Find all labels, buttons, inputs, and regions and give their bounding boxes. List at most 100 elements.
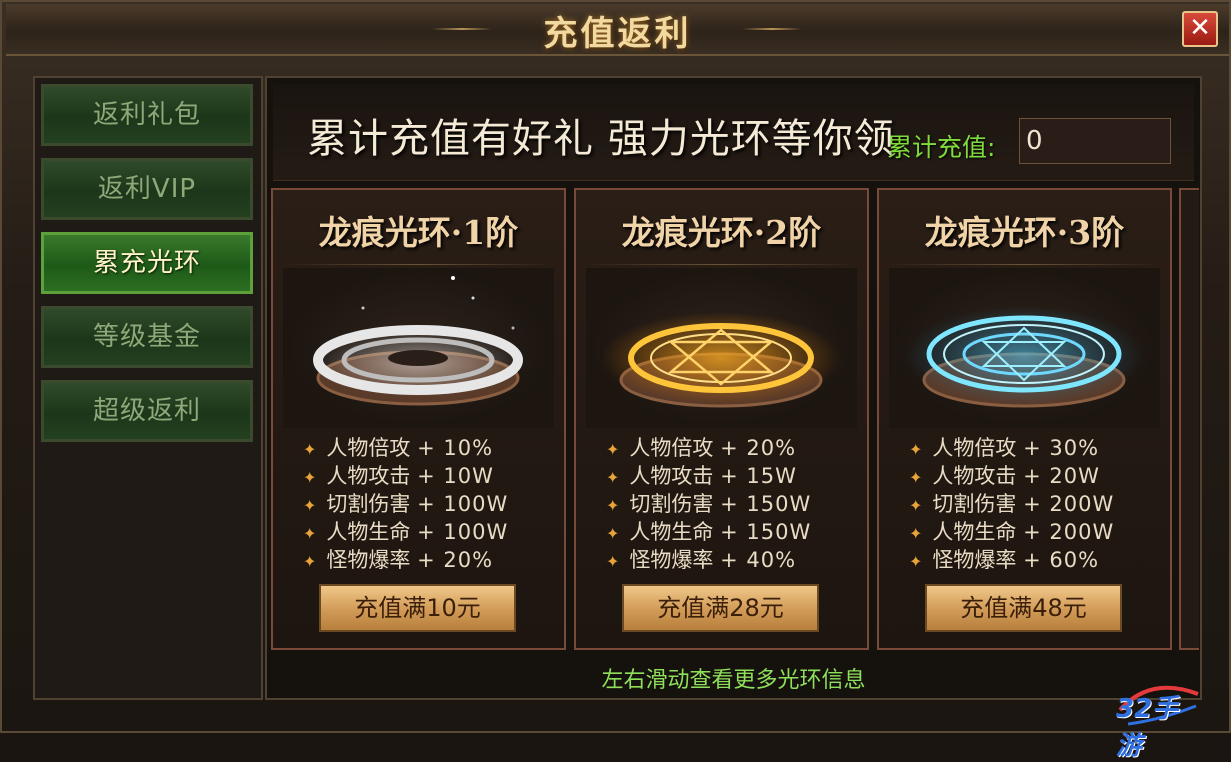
cumulative-label: 累计充值:: [887, 133, 996, 162]
stat-value: + 20%: [417, 548, 494, 572]
stat-value: + 150W: [720, 492, 812, 516]
aura-card-3: 龙痕光环·3阶 ✦ 人物倍攻 + 30% ✦ 人物攻击 + 20W ✦ 切割伤害…: [877, 188, 1172, 650]
stat-name: 怪物爆率: [326, 548, 411, 572]
stat-name: 人物攻击: [326, 464, 411, 488]
stat-name: 人物倍攻: [629, 436, 714, 460]
recharge-10-button[interactable]: 充值满10元: [319, 584, 516, 632]
sidebar: 返利礼包 返利VIP 累充光环 等级基金 超级返利: [33, 76, 263, 700]
star-icon: ✦: [303, 440, 317, 459]
stat-name: 怪物爆率: [932, 548, 1017, 572]
sidebar-item-label: 等级基金: [92, 322, 201, 352]
window-frame: 充值返利 ✕ 返利礼包 返利VIP 累充光环 等级基金 超级返利 累计充值有好礼…: [0, 0, 1231, 761]
sidebar-item-label: 返利VIP: [97, 174, 197, 204]
aura-card-1: 龙痕光环·1阶 ✦ 人物倍攻 + 10% ✦ 人物攻击 + 10W ✦ 切割伤害…: [271, 188, 566, 650]
stat-row: ✦ 怪物爆率 + 20%: [303, 546, 553, 574]
stat-row: ✦ 人物倍攻 + 30%: [909, 434, 1159, 462]
scroll-hint: 左右滑动查看更多光环信息: [601, 668, 866, 693]
stat-name: 人物生命: [326, 520, 411, 544]
star-icon: ✦: [303, 468, 317, 487]
aura-image: [283, 268, 554, 428]
banner-text: 累计充值有好礼 强力光环等你领: [307, 116, 895, 162]
star-icon: ✦: [303, 496, 317, 515]
recharge-28-button[interactable]: 充值满28元: [622, 584, 819, 632]
sidebar-item-cumulative-aura[interactable]: 累充光环: [41, 232, 253, 294]
sidebar-item-super-rebate[interactable]: 超级返利: [41, 380, 253, 442]
stat-name: 怪物爆率: [629, 548, 714, 572]
aura-ring-icon: [601, 312, 841, 408]
main-panel: 累计充值有好礼 强力光环等你领 累计充值: 0 龙痕光环·1阶 ✦ 人物倍攻 +…: [265, 76, 1202, 700]
stat-name: 人物生命: [932, 520, 1017, 544]
stat-row: ✦ 人物生命 + 150W: [606, 518, 856, 546]
sidebar-item-label: 返利礼包: [92, 100, 201, 130]
sidebar-item-rebate-gift[interactable]: 返利礼包: [41, 84, 253, 146]
recharge-48-button[interactable]: 充值满48元: [925, 584, 1122, 632]
stat-name: 人物倍攻: [932, 436, 1017, 460]
cumulative-value-field: 0: [1019, 118, 1171, 164]
star-icon: ✦: [606, 440, 620, 459]
stat-value: + 100W: [417, 520, 509, 544]
stat-row: ✦ 怪物爆率 + 60%: [909, 546, 1159, 574]
stat-value: + 20%: [720, 436, 797, 460]
star-icon: ✦: [606, 468, 620, 487]
star-icon: ✦: [606, 552, 620, 571]
stat-name: 人物生命: [629, 520, 714, 544]
watermark-logo: 32手游: [1110, 680, 1202, 761]
close-icon: ✕: [1189, 13, 1211, 43]
stat-row: ✦ 人物攻击 + 20W: [909, 462, 1159, 490]
card-title: 龙痕光环·3阶: [924, 213, 1125, 252]
stat-name: 人物倍攻: [326, 436, 411, 460]
star-icon: ✦: [303, 524, 317, 543]
stat-row: ✦ 切割伤害 + 200W: [909, 490, 1159, 518]
star-icon: ✦: [909, 468, 923, 487]
star-icon: ✦: [303, 552, 317, 571]
stat-list: ✦ 人物倍攻 + 20% ✦ 人物攻击 + 15W ✦ 切割伤害 + 150W ✦ 人物…: [606, 434, 856, 574]
stat-name: 切割伤害: [629, 492, 714, 516]
sidebar-item-rebate-vip[interactable]: 返利VIP: [41, 158, 253, 220]
sidebar-item-label: 累充光环: [92, 248, 201, 278]
stat-value: + 200W: [1023, 520, 1115, 544]
stat-row: ✦ 人物攻击 + 15W: [606, 462, 856, 490]
sidebar-item-label: 超级返利: [92, 396, 201, 426]
stat-row: ✦ 切割伤害 + 150W: [606, 490, 856, 518]
promo-banner: 累计充值有好礼 强力光环等你领 累计充值: 0: [273, 84, 1194, 181]
stat-value: + 15W: [720, 464, 797, 488]
stat-row: ✦ 切割伤害 + 100W: [303, 490, 553, 518]
close-button[interactable]: ✕: [1182, 11, 1218, 47]
card-divider: [889, 264, 1160, 265]
stat-row: ✦ 人物倍攻 + 20%: [606, 434, 856, 462]
card-divider: [283, 264, 554, 265]
stat-value: + 40%: [720, 548, 797, 572]
star-icon: ✦: [909, 552, 923, 571]
aura-ring-icon: [313, 276, 523, 406]
stat-list: ✦ 人物倍攻 + 10% ✦ 人物攻击 + 10W ✦ 切割伤害 + 100W ✦ 人物…: [303, 434, 553, 574]
stat-value: + 200W: [1023, 492, 1115, 516]
watermark-text: 32手游: [1116, 694, 1179, 761]
card-title: 龙痕光环·1阶: [318, 213, 519, 252]
next-card-peek[interactable]: [1179, 188, 1199, 650]
stat-list: ✦ 人物倍攻 + 30% ✦ 人物攻击 + 20W ✦ 切割伤害 + 200W ✦ 人物…: [909, 434, 1159, 574]
aura-card-2: 龙痕光环·2阶 ✦ 人物倍攻 + 20% ✦ 人物攻击 + 15W ✦ 切割伤害…: [574, 188, 869, 650]
stat-name: 人物攻击: [629, 464, 714, 488]
card-divider: [586, 264, 857, 265]
stat-row: ✦ 怪物爆率 + 40%: [606, 546, 856, 574]
star-icon: ✦: [606, 496, 620, 515]
stat-row: ✦ 人物生命 + 200W: [909, 518, 1159, 546]
stat-value: + 100W: [417, 492, 509, 516]
stat-value: + 60%: [1023, 548, 1100, 572]
stat-row: ✦ 人物倍攻 + 10%: [303, 434, 553, 462]
aura-image: [889, 268, 1160, 428]
card-title: 龙痕光环·2阶: [621, 213, 822, 252]
stat-row: ✦ 人物生命 + 100W: [303, 518, 553, 546]
stat-name: 人物攻击: [932, 464, 1017, 488]
stat-value: + 10W: [417, 464, 494, 488]
sidebar-item-level-fund[interactable]: 等级基金: [41, 306, 253, 368]
star-icon: ✦: [909, 440, 923, 459]
stat-row: ✦ 人物攻击 + 10W: [303, 462, 553, 490]
stat-name: 切割伤害: [932, 492, 1017, 516]
stat-value: + 20W: [1023, 464, 1100, 488]
aura-ring-icon: [904, 306, 1144, 408]
stat-value: + 30%: [1023, 436, 1100, 460]
stat-name: 切割伤害: [326, 492, 411, 516]
aura-image: [586, 268, 857, 428]
stat-value: + 10%: [417, 436, 494, 460]
